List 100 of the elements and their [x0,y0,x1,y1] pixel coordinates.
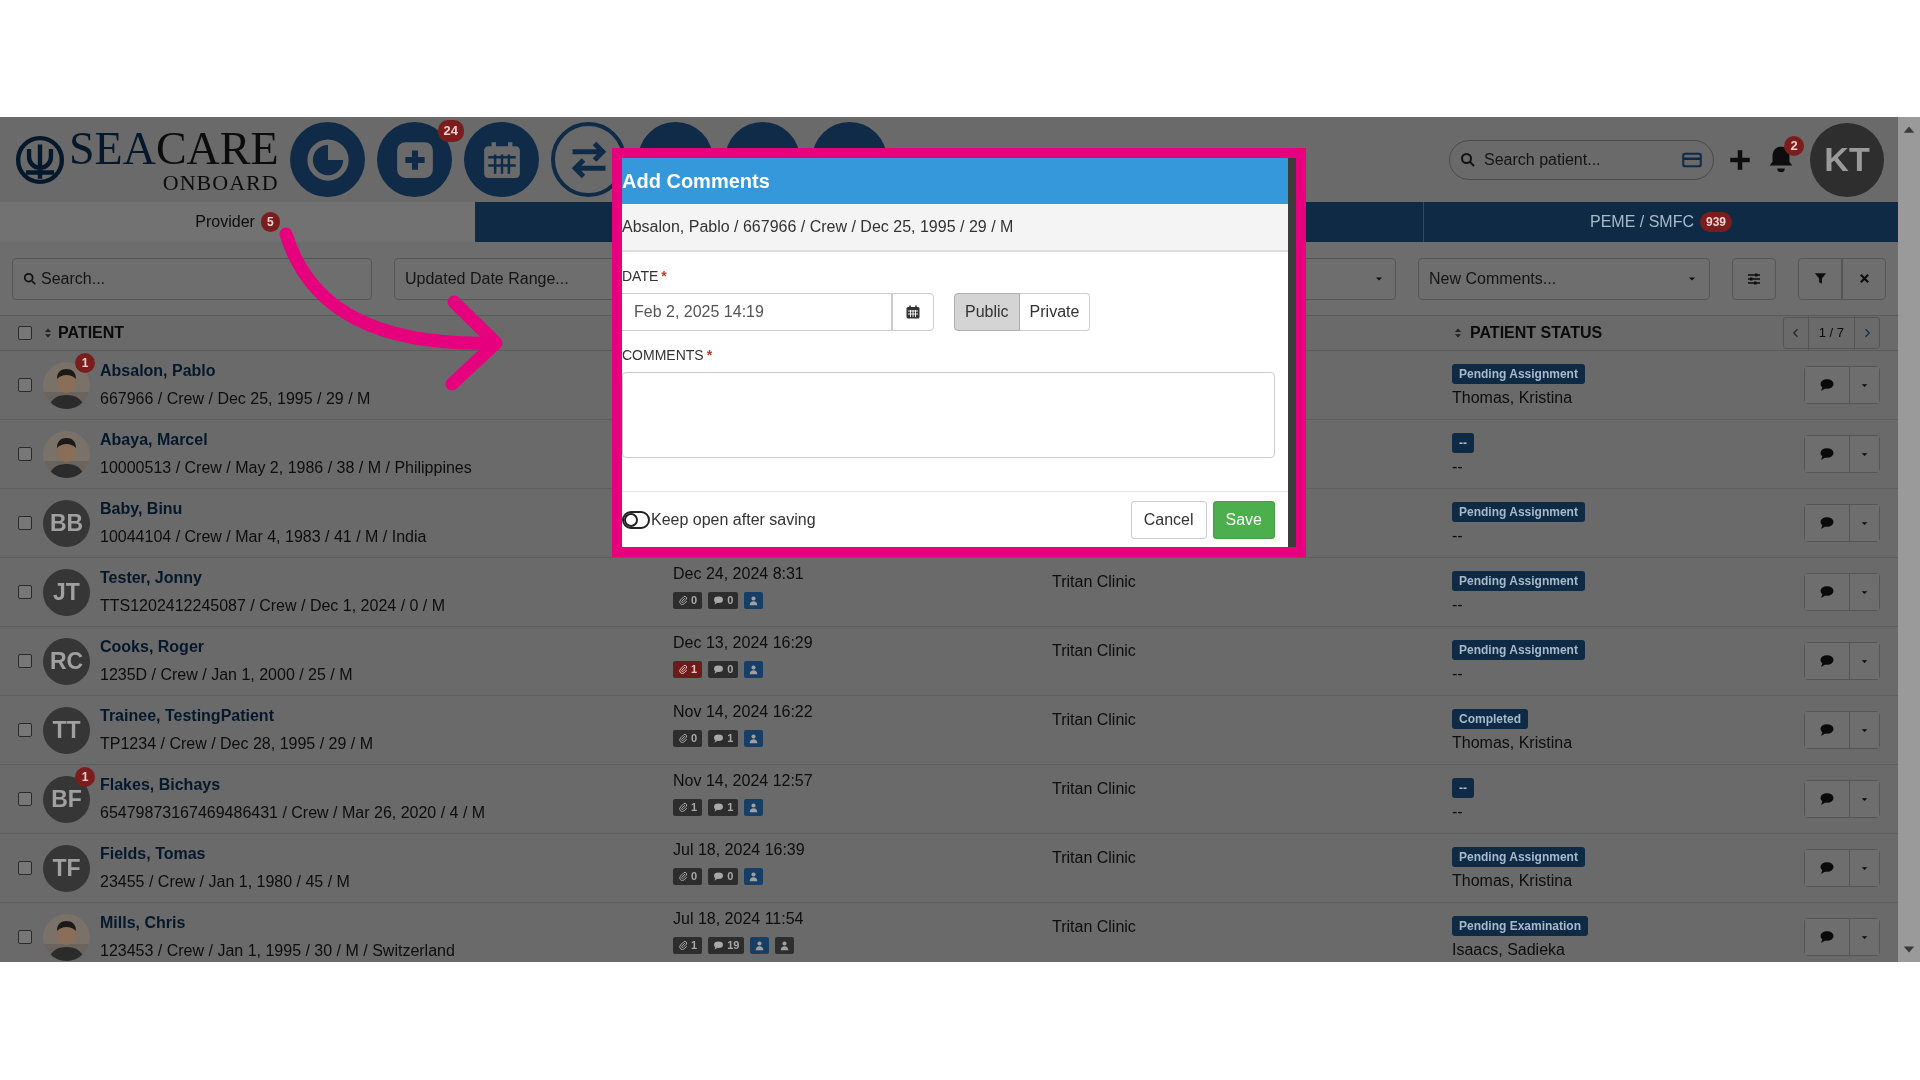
patient-name-link[interactable]: Flakes, Bichays [100,773,486,797]
date-field[interactable]: Feb 2, 2025 14:19 [622,293,892,331]
dropdown-toggle-button[interactable] [1849,643,1879,679]
updated-date: Dec 13, 2024 16:29 [672,632,814,653]
patient-name-link[interactable]: Cooks, Roger [100,635,353,659]
comment-button[interactable] [1805,850,1849,886]
avatar: TF [43,844,90,892]
tab[interactable]: Provider 5 [0,202,475,242]
patient-search-field[interactable]: Search patient... [1449,139,1714,180]
paperclip-icon [678,664,688,674]
dropdown-toggle-button[interactable] [1849,919,1879,955]
assignee-name: -- [1452,525,1464,546]
attachment-count-badge: 1 [673,660,703,678]
status-badge: Pending Assignment [1452,570,1585,591]
row-checkbox[interactable] [18,447,32,461]
comment-button[interactable] [1805,505,1849,541]
row-checkbox[interactable] [18,861,32,875]
logo-text: CARE [155,125,279,172]
dropdown-toggle-button[interactable] [1849,367,1879,403]
row-checkbox[interactable] [18,585,32,599]
dropdown-toggle-button[interactable] [1849,712,1879,748]
row-checkbox[interactable] [18,378,32,392]
patient-details: 123453 / Crew / Jan 1, 1995 / 30 / M / Switzerland [100,941,455,961]
select-all-checkbox[interactable] [18,326,32,340]
status-badge: -- [1452,777,1474,798]
sort-icon[interactable] [1452,327,1464,339]
status-badge: Completed [1452,708,1528,729]
comment-count-badge: 0 [708,867,739,885]
clear-button[interactable] [1842,257,1886,300]
patient-name-link[interactable]: Trainee, TestingPatient [100,704,374,728]
person-icon [748,870,760,882]
speech-bubble-icon [713,732,725,744]
dropdown-toggle-button[interactable] [1849,781,1879,817]
patient-name-link[interactable]: Fields, Tomas [100,842,350,866]
person-icon [748,732,760,744]
comment-button[interactable] [1805,367,1849,403]
patient-name-link[interactable]: Abaya, Marcel [100,428,472,452]
visibility-toggle[interactable]: Private [1019,293,1091,331]
scrollbar[interactable] [1898,117,1920,962]
patient-details: 667966 / Crew / Dec 25, 1995 / 29 / M [100,389,371,409]
row-checkbox[interactable] [18,654,32,668]
assignee-name: -- [1452,456,1464,477]
patient-name-link[interactable]: Mills, Chris [100,911,455,935]
pie-chart-icon [305,137,350,182]
search-field[interactable]: Search... [12,257,372,300]
comment-button[interactable] [1805,643,1849,679]
patient-name-link[interactable]: Absalon, Pablo [100,359,371,383]
filter-button[interactable] [1798,257,1842,300]
comment-button[interactable] [1805,781,1849,817]
speech-bubble-icon [1819,446,1835,462]
settings-button[interactable] [1732,257,1776,300]
plus-icon[interactable] [1728,147,1752,172]
comments-filter-dropdown[interactable]: New Comments... [1418,257,1710,300]
trident-logo-icon [15,134,65,185]
assignee-name: -- [1452,594,1464,615]
comment-button[interactable] [1805,574,1849,610]
dropdown-toggle-button[interactable] [1849,574,1879,610]
dropdown-toggle-button[interactable] [1849,505,1879,541]
speech-bubble-icon [1819,791,1835,807]
comment-count-badge: 1 [708,798,739,816]
count-badge: 1 [75,766,95,787]
person-icon [748,663,760,675]
toggle-switch[interactable] [622,510,650,529]
patient-name-link[interactable]: Tester, Jonny [100,566,446,590]
dropdown-toggle-button[interactable] [1849,850,1879,886]
user-avatar[interactable]: KT [1810,122,1884,197]
modal-title: Add Comments [622,158,1288,204]
attachment-count-badge: 0 [673,729,703,747]
close-icon [1857,272,1871,285]
cancel-button[interactable]: Cancel [1130,500,1207,539]
patient-name-link[interactable]: Baby, Binu [100,497,427,521]
assignee-name: -- [1452,663,1464,684]
row-checkbox[interactable] [18,930,32,944]
patient-details: 10044104 / Crew / Mar 4, 1983 / 41 / M / India [100,527,427,547]
sort-icon[interactable] [42,327,54,339]
assignee-name: Isaacs, Sadieka [1452,939,1566,960]
comments-field[interactable] [622,372,1275,458]
person-icon [748,594,760,606]
speech-bubble-icon [713,939,725,951]
row-checkbox[interactable] [18,516,32,530]
comment-button[interactable] [1805,919,1849,955]
calendar-button[interactable] [892,293,934,331]
row-checkbox[interactable] [18,723,32,737]
comment-count-badge: 1 [708,729,739,747]
speech-bubble-icon [1819,929,1835,945]
visibility-toggle[interactable]: Public [954,293,1020,331]
comment-button[interactable] [1805,436,1849,472]
updated-date: Nov 14, 2024 16:22 [672,701,814,722]
save-button[interactable]: Save [1212,500,1275,539]
patient-details: 1235D / Crew / Jan 1, 2000 / 25 / M [100,665,353,685]
assignee-name: -- [1452,801,1464,822]
clinic-name: Tritan Clinic [1052,710,1137,730]
status-badge: -- [1452,432,1474,453]
dropdown-toggle-button[interactable] [1849,436,1879,472]
person-icon [748,801,760,813]
row-checkbox[interactable] [18,792,32,806]
comment-button[interactable] [1805,712,1849,748]
speech-bubble-icon [713,594,725,606]
column-header: PATIENT [58,323,125,343]
speech-bubble-icon [1819,860,1835,876]
